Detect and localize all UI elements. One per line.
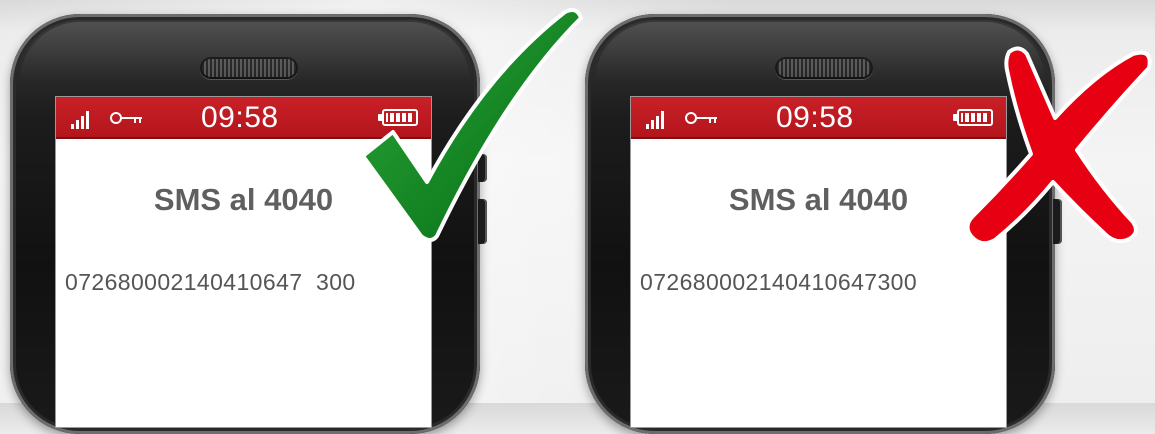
status-time: 09:58 <box>201 101 279 134</box>
speaker-grille <box>775 57 873 79</box>
sms-title: SMS al 4040 <box>728 182 909 217</box>
signal-icon <box>71 111 93 129</box>
status-bar: 09:58 <box>631 97 1006 139</box>
key-icon <box>685 112 719 124</box>
sms-body: 072680002140410647 300 <box>65 269 356 295</box>
check-icon <box>361 8 583 242</box>
key-icon <box>110 112 144 124</box>
signal-icon <box>646 111 668 129</box>
cross-icon <box>965 46 1152 246</box>
phone-screen: 09:58 SMS al 4040 072680002140410647300 <box>630 96 1007 428</box>
speaker-grille <box>200 57 298 79</box>
status-time: 09:58 <box>776 101 854 134</box>
sms-body: 072680002140410647300 <box>640 269 918 295</box>
